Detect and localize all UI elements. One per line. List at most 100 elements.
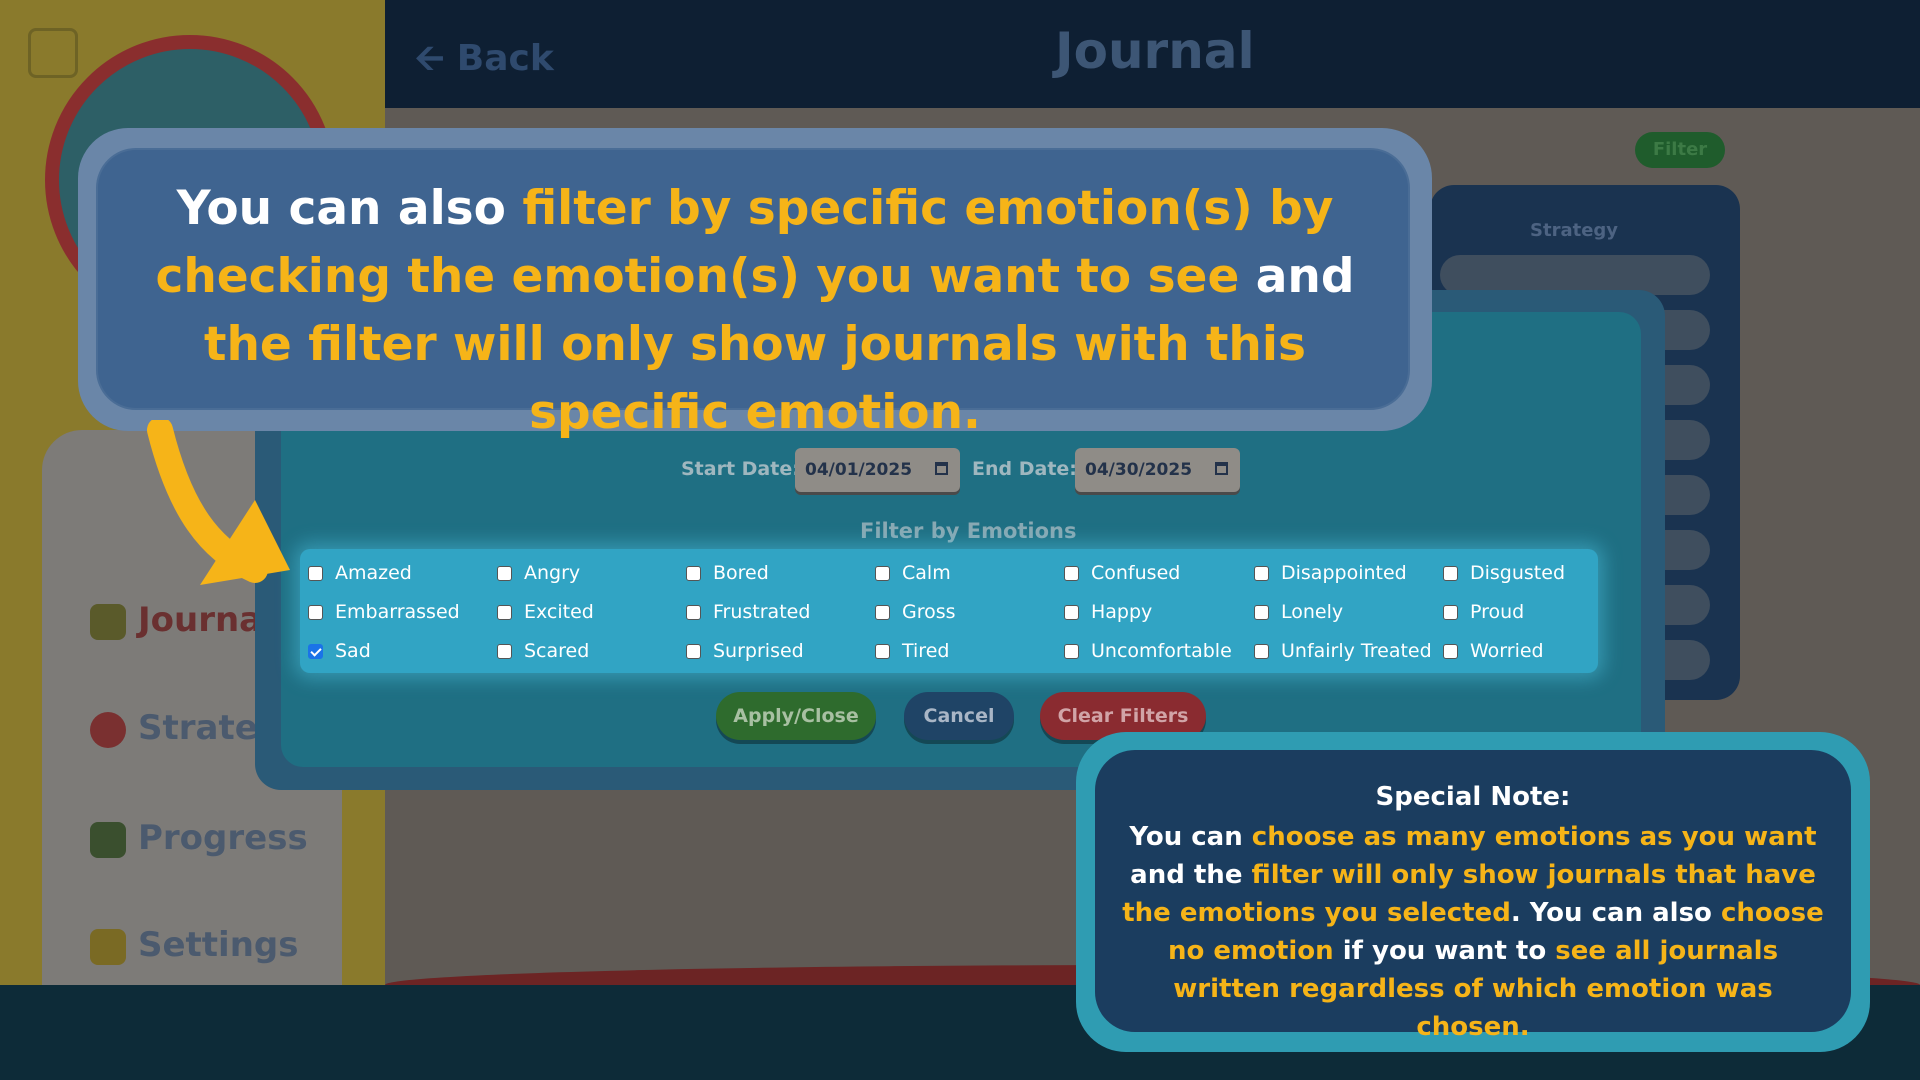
emotion-checkbox-item[interactable]: Excited xyxy=(497,597,594,627)
tutorial-callout-text: You can also filter by specific emotion(… xyxy=(110,175,1400,447)
emotion-checkbox[interactable] xyxy=(686,565,701,581)
emotion-checkbox[interactable] xyxy=(1254,604,1269,620)
end-date-input[interactable]: 04/30/2025 xyxy=(1075,448,1240,492)
emotion-label: Angry xyxy=(524,562,581,584)
emotion-checkbox[interactable] xyxy=(875,604,890,620)
emotion-checkbox-item[interactable]: Surprised xyxy=(686,636,804,666)
emotion-label: Uncomfortable xyxy=(1091,640,1232,662)
note-text-part: if you want to xyxy=(1333,936,1556,966)
back-button[interactable]: 🡨 Back xyxy=(415,32,554,93)
emotion-checkbox-item[interactable]: Sad xyxy=(308,636,371,666)
emotion-checkbox-item[interactable]: Disappointed xyxy=(1254,558,1407,588)
emotion-checkbox[interactable] xyxy=(497,604,512,620)
calendar-icon[interactable] xyxy=(1215,462,1228,475)
apply-close-button[interactable]: Apply/Close xyxy=(716,692,876,740)
special-note-text: You can choose as many emotions as you w… xyxy=(1120,818,1826,1046)
back-label: Back xyxy=(456,38,554,79)
emotion-label: Scared xyxy=(524,640,590,662)
emotion-label: Bored xyxy=(713,562,769,584)
emotion-checkbox-item[interactable]: Disgusted xyxy=(1443,558,1565,588)
emotion-checkbox-item[interactable]: Angry xyxy=(497,558,580,588)
emotion-label: Lonely xyxy=(1281,601,1344,623)
note-highlight: choose as many emotions as you want xyxy=(1251,822,1817,852)
emotion-checkbox[interactable] xyxy=(1443,643,1458,659)
emotion-label: Surprised xyxy=(713,640,804,662)
emotion-checkbox-item[interactable]: Calm xyxy=(875,558,951,588)
sidebar-item-label: Progress xyxy=(138,818,308,858)
chart-icon xyxy=(90,821,126,858)
emotion-checkbox[interactable] xyxy=(308,643,323,659)
emotion-checkbox-item[interactable]: Proud xyxy=(1443,597,1524,627)
emotion-label: Worried xyxy=(1470,640,1544,662)
emotion-checkbox-item[interactable]: Tired xyxy=(875,636,949,666)
emotion-checkbox-item[interactable]: Unfairly Treated xyxy=(1254,636,1432,666)
callout-text-part: and xyxy=(1239,249,1355,304)
emotion-label: Tired xyxy=(902,640,950,662)
emotion-label: Proud xyxy=(1470,601,1525,623)
emotion-checkbox[interactable] xyxy=(308,565,323,581)
calendar-icon[interactable] xyxy=(935,462,948,475)
emotion-label: Excited xyxy=(524,601,594,623)
strategy-header: Strategy xyxy=(1530,220,1619,241)
emotion-checkbox-item[interactable]: Confused xyxy=(1064,558,1180,588)
emotion-label: Embarrassed xyxy=(335,601,460,623)
emotion-checkbox[interactable] xyxy=(1064,643,1079,659)
emotion-checkbox[interactable] xyxy=(1064,565,1079,581)
emotion-checkbox[interactable] xyxy=(1443,565,1458,581)
emotion-checkbox[interactable] xyxy=(1443,604,1458,620)
emotion-checkbox-item[interactable]: Gross xyxy=(875,597,956,627)
emotion-checkbox[interactable] xyxy=(1064,604,1079,620)
start-date-value: 04/01/2025 xyxy=(805,460,913,480)
sidebar-item-progress[interactable]: Progress xyxy=(90,818,308,858)
emotion-checkbox[interactable] xyxy=(875,565,890,581)
home-icon[interactable] xyxy=(28,28,78,78)
emotion-checkbox-item[interactable]: Frustrated xyxy=(686,597,810,627)
callout-text-part: You can also xyxy=(176,181,523,236)
emotion-checkbox[interactable] xyxy=(1254,565,1269,581)
filter-button[interactable]: Filter xyxy=(1635,132,1725,168)
start-date-label: Start Date: xyxy=(681,458,800,480)
emotion-checkbox[interactable] xyxy=(1254,643,1269,659)
strategy-row[interactable] xyxy=(1440,255,1710,295)
callout-highlight: the filter will only show journals with … xyxy=(204,317,1306,440)
emotion-checkbox[interactable] xyxy=(308,604,323,620)
emotion-checkbox-item[interactable]: Uncomfortable xyxy=(1064,636,1232,666)
emotion-checkbox[interactable] xyxy=(875,643,890,659)
note-text-part: You can xyxy=(1129,822,1252,852)
emotion-label: Disappointed xyxy=(1281,562,1407,584)
emotion-checkbox-item[interactable]: Amazed xyxy=(308,558,412,588)
emotion-label: Gross xyxy=(902,601,956,623)
emotion-label: Calm xyxy=(902,562,951,584)
tutorial-arrow-icon xyxy=(147,420,290,585)
emotion-label: Amazed xyxy=(335,562,412,584)
emotion-label: Confused xyxy=(1091,562,1181,584)
sidebar-item-label: Settings xyxy=(138,925,299,965)
start-date-input[interactable]: 04/01/2025 xyxy=(795,448,960,492)
emotion-checkbox[interactable] xyxy=(497,565,512,581)
emotions-filter-title: Filter by Emotions xyxy=(860,519,1077,543)
emotion-label: Frustrated xyxy=(713,601,811,623)
pencil-icon xyxy=(90,603,126,640)
special-note-title: Special Note: xyxy=(1375,782,1571,812)
emotion-label: Disgusted xyxy=(1470,562,1566,584)
sidebar-item-settings[interactable]: Settings xyxy=(90,925,299,965)
emotion-checkbox-item[interactable]: Bored xyxy=(686,558,769,588)
emotion-checkbox[interactable] xyxy=(686,643,701,659)
emotion-checkbox-item[interactable]: Scared xyxy=(497,636,589,666)
end-date-value: 04/30/2025 xyxy=(1085,460,1193,480)
page-title: Journal xyxy=(1055,22,1255,80)
emotion-checkbox-item[interactable]: Worried xyxy=(1443,636,1544,666)
emotion-label: Unfairly Treated xyxy=(1281,640,1432,662)
end-date-label: End Date: xyxy=(972,458,1077,480)
emotion-checkbox[interactable] xyxy=(497,643,512,659)
emotion-label: Happy xyxy=(1091,601,1153,623)
gear-icon xyxy=(90,928,126,965)
emotion-checkbox-item[interactable]: Lonely xyxy=(1254,597,1343,627)
emotion-label: Sad xyxy=(335,640,371,662)
cancel-button[interactable]: Cancel xyxy=(904,692,1014,740)
emotion-checkbox-item[interactable]: Happy xyxy=(1064,597,1152,627)
emotion-checkbox-item[interactable]: Embarrassed xyxy=(308,597,460,627)
emotion-checkbox[interactable] xyxy=(686,604,701,620)
arrow-left-icon: 🡨 xyxy=(415,38,445,79)
note-text-part: and the xyxy=(1130,860,1252,890)
